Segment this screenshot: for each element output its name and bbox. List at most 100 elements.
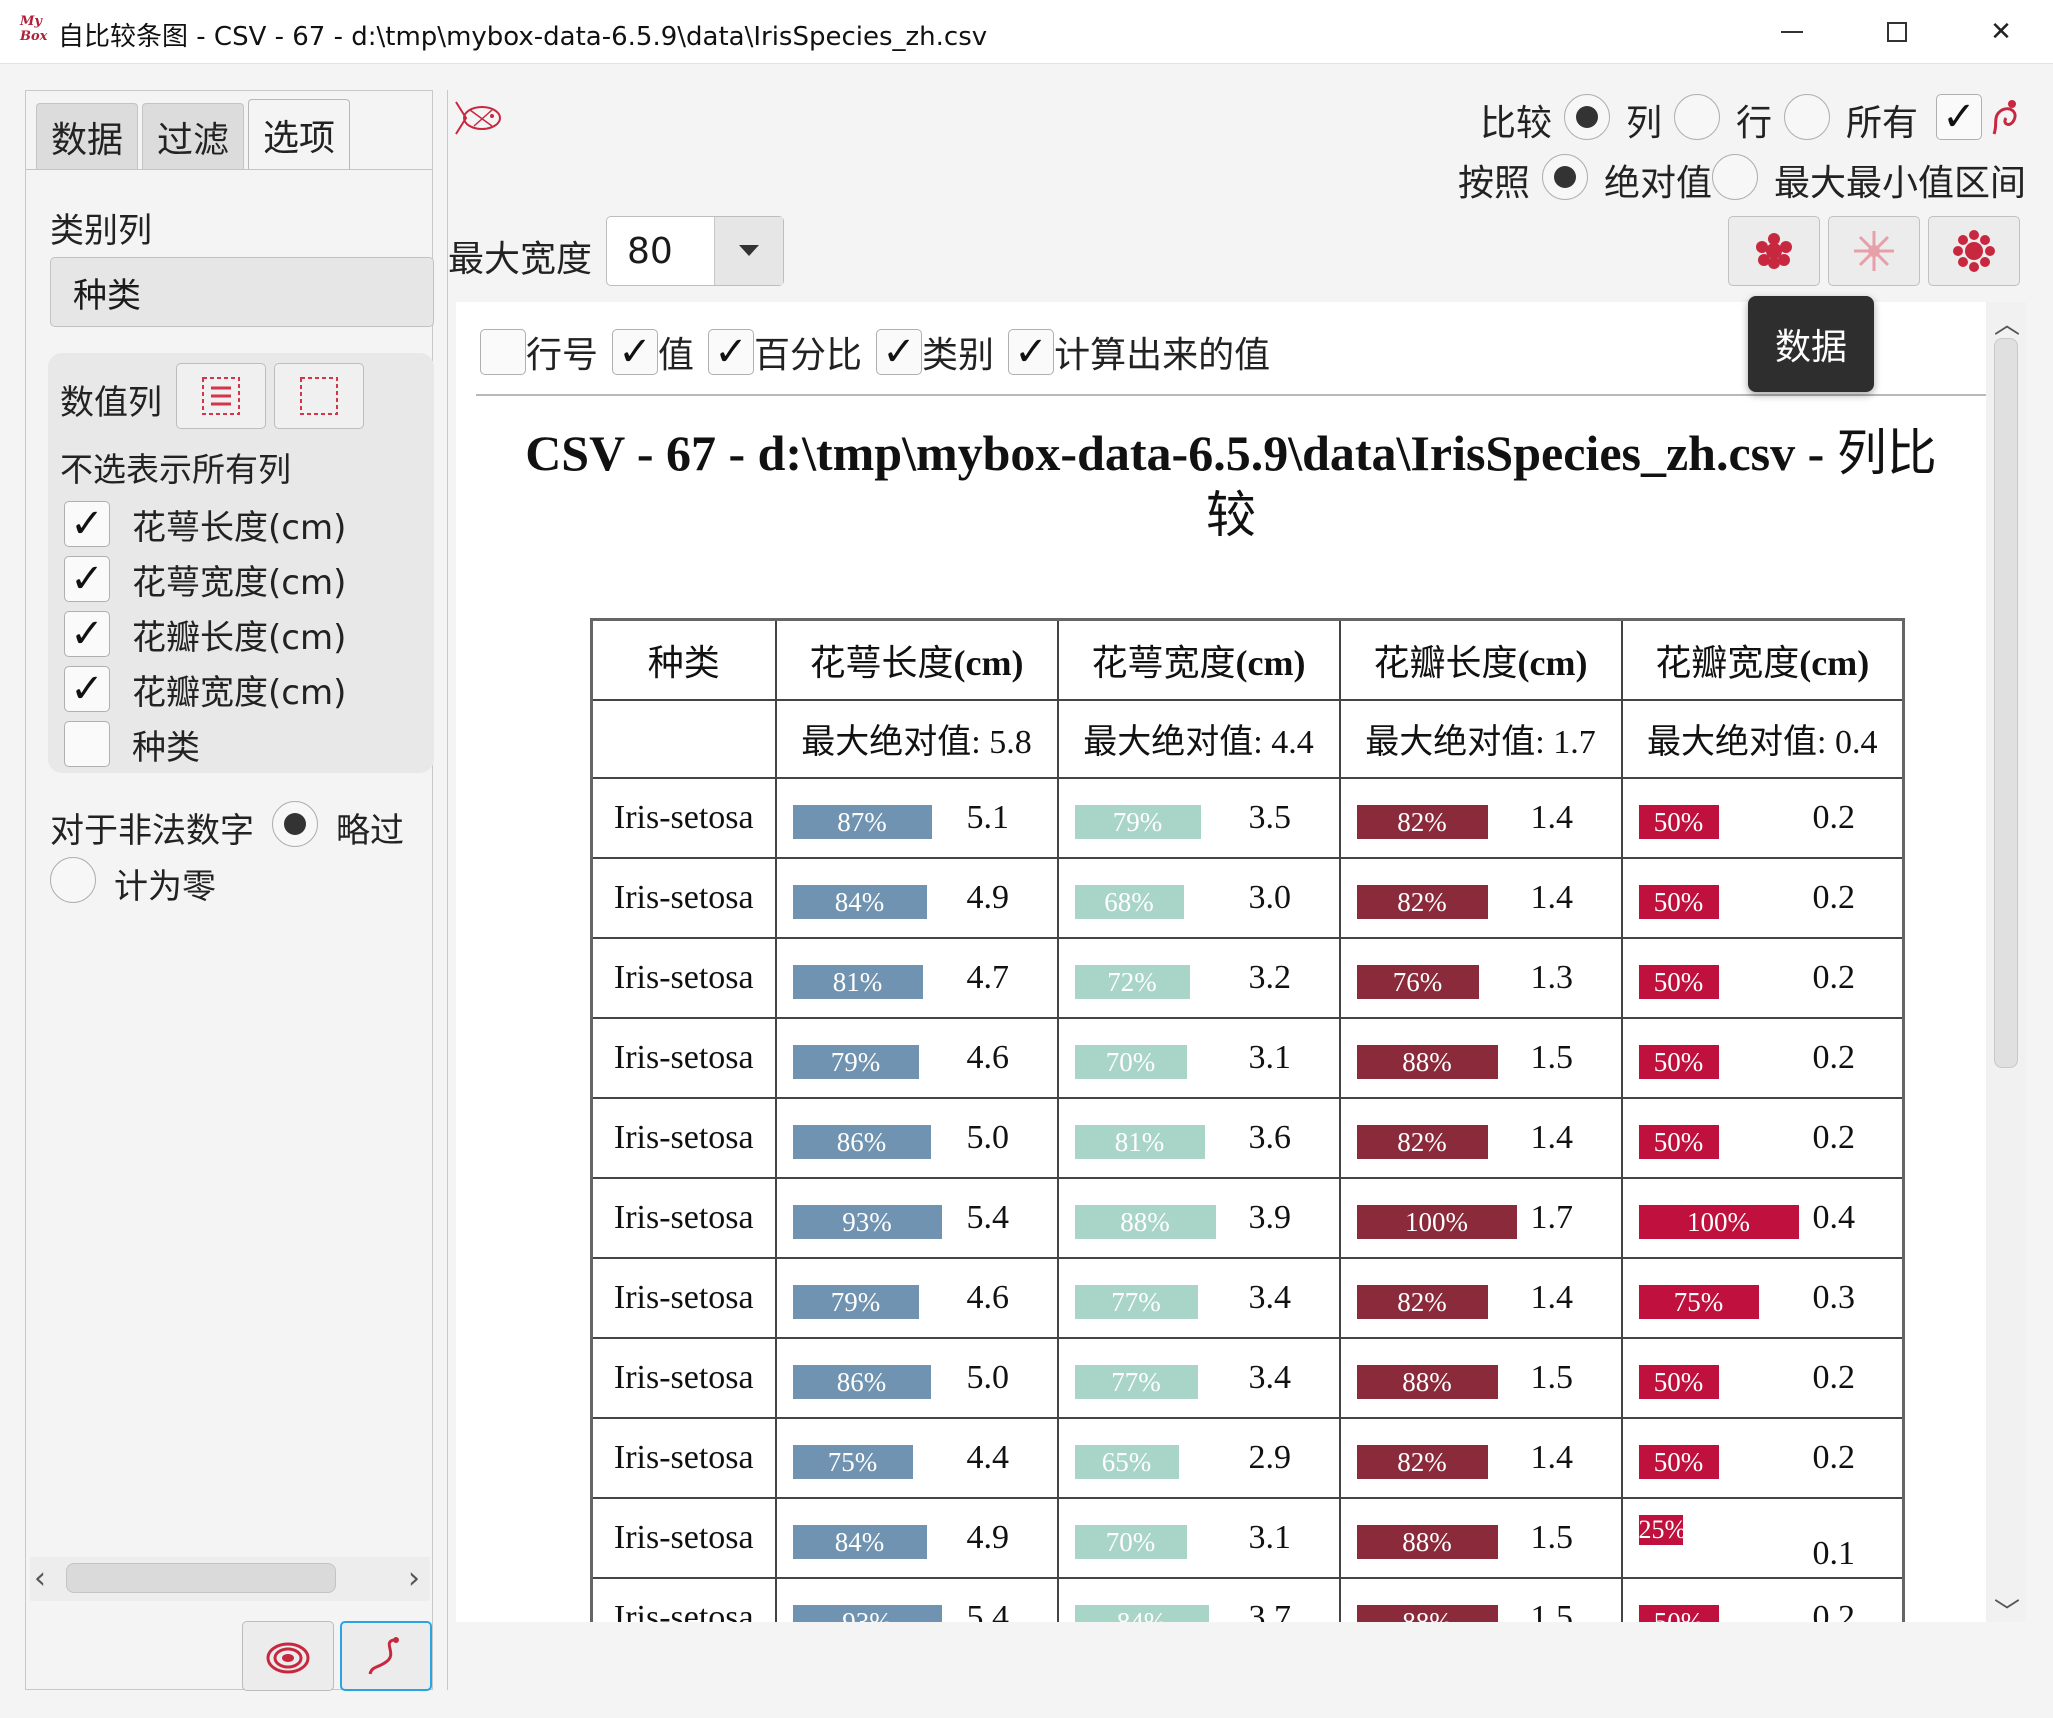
- left-horizontal-scrollbar[interactable]: ‹ ›: [30, 1557, 430, 1601]
- column-checkbox-sepal-length[interactable]: ✓ 花萼长度(cm): [64, 501, 346, 548]
- close-button[interactable]: ✕: [1949, 0, 2053, 64]
- option-label: 百分比: [754, 335, 863, 376]
- compare-all-radio[interactable]: [1784, 94, 1830, 144]
- bar-cell: 82% 1.4: [1338, 856, 1623, 939]
- value-label: 5.4: [966, 1598, 1010, 1623]
- value-label: 5.0: [966, 1118, 1010, 1156]
- percentage-bar: 70%: [1074, 1044, 1187, 1079]
- percentage-bar: 75%: [1638, 1284, 1759, 1319]
- compare-row-radio[interactable]: [1674, 94, 1720, 144]
- menu-button[interactable]: [1828, 216, 1920, 286]
- column-label: 花萼宽度(cm): [132, 562, 347, 603]
- percentage-bar: 81%: [1074, 1124, 1205, 1159]
- value-label: 1.4: [1530, 798, 1574, 836]
- select-none-button[interactable]: [274, 363, 364, 429]
- tab-data[interactable]: 数据: [36, 103, 139, 169]
- option-calculated[interactable]: ✓ 计算出来的值: [1008, 326, 1270, 378]
- max-width-select[interactable]: 80: [606, 216, 784, 286]
- column-checkbox-petal-length[interactable]: ✓ 花瓣长度(cm): [64, 611, 346, 658]
- value-label: 1.4: [1530, 1118, 1574, 1156]
- option-percentage[interactable]: ✓ 百分比: [708, 326, 862, 378]
- option-label: 行号: [526, 335, 599, 376]
- scroll-right-icon[interactable]: ›: [408, 1561, 420, 1596]
- category-column-select[interactable]: 种类: [50, 257, 434, 327]
- column-label: 花瓣宽度(cm): [132, 672, 347, 713]
- bar-cell: 84% 4.9: [774, 856, 1059, 939]
- percentage-bar: 72%: [1074, 964, 1190, 999]
- value-label: 1.5: [1530, 1518, 1574, 1556]
- category-cell: Iris-setosa: [590, 1336, 777, 1419]
- bar-cell: 81% 3.6: [1056, 1096, 1341, 1179]
- header-sepal-length: 花萼长度(cm): [774, 618, 1059, 701]
- chevron-down-icon[interactable]: [713, 217, 783, 285]
- bar-cell: 88% 1.5: [1338, 1336, 1623, 1419]
- value-label: 4.4: [966, 1438, 1010, 1476]
- scroll-left-icon[interactable]: ‹: [34, 1561, 46, 1596]
- ok-button[interactable]: [340, 1621, 432, 1691]
- data-button[interactable]: [1728, 216, 1820, 286]
- category-cell: Iris-setosa: [590, 1416, 777, 1499]
- value-label: 1.5: [1530, 1598, 1574, 1623]
- invalid-number-label: 对于非法数字: [50, 811, 254, 851]
- max-row-empty-cell: [590, 698, 777, 779]
- window-body: 数据 过滤 选项 类别列 种类 数值列 不选表示所有列 ✓ 花萼长度(cm) ✓ 花…: [0, 64, 2053, 1718]
- option-category[interactable]: ✓ 类别: [876, 326, 994, 378]
- tab-options[interactable]: 选项: [248, 99, 351, 169]
- header-unit: (cm): [1235, 642, 1306, 683]
- option-value[interactable]: ✓ 值: [612, 326, 694, 378]
- column-checkbox-sepal-width[interactable]: ✓ 花萼宽度(cm): [64, 556, 347, 603]
- category-cell: Iris-setosa: [590, 1016, 777, 1099]
- by-absolute-radio[interactable]: [1542, 154, 1588, 200]
- dragon-icon[interactable]: [1988, 96, 2024, 144]
- radio-selected-icon: [272, 801, 318, 847]
- compare-column-radio[interactable]: [1564, 94, 1610, 140]
- checkbox-checked-icon: ✓: [1936, 94, 1982, 140]
- max-prefix: 最大绝对值:: [1365, 724, 1554, 761]
- bar-cell: 77% 3.4: [1056, 1336, 1341, 1419]
- percentage-bar: 82%: [1356, 1284, 1488, 1319]
- column-label: 种类: [132, 727, 200, 768]
- radio-unselected-icon: [1712, 154, 1758, 200]
- report-vertical-scrollbar[interactable]: ︿ ﹀: [1986, 302, 2026, 1628]
- category-cell: Iris-setosa: [590, 1176, 777, 1259]
- bar-cell: 77% 3.4: [1056, 1256, 1341, 1339]
- scrollbar-thumb[interactable]: [1994, 338, 2018, 1068]
- bar-cell: 68% 3.0: [1056, 856, 1341, 939]
- minimize-button[interactable]: [1740, 0, 1844, 64]
- value-label: 3.0: [1248, 878, 1292, 916]
- minimize-icon: [1781, 31, 1803, 33]
- max-cell: 最大绝对值: 5.8: [774, 698, 1059, 779]
- report-view[interactable]: 行号 ✓ 值 ✓ 百分比 ✓ 类别 ✓ 计算出来的值 CSV - 67 - d:\tmp…: [456, 302, 1986, 1622]
- invalid-skip-radio[interactable]: [272, 801, 318, 847]
- category-cell: Iris-setosa: [590, 856, 777, 939]
- logo-text-bottom: Box: [20, 29, 48, 44]
- bar-cell: 50% 0.2: [1620, 1576, 1905, 1622]
- percentage-bar: 77%: [1074, 1364, 1198, 1399]
- option-row-number[interactable]: 行号: [480, 326, 598, 378]
- percentage-bar: 82%: [1356, 884, 1488, 919]
- tab-filter[interactable]: 过滤: [142, 103, 245, 169]
- percentage-bar: 84%: [792, 1524, 927, 1559]
- tooltip: 数据: [1748, 296, 1874, 392]
- header-unit: (cm): [1517, 642, 1588, 683]
- header-unit: (cm): [1799, 642, 1870, 683]
- percentage-bar: 100%: [1356, 1204, 1517, 1239]
- bar-cell: 88% 1.5: [1338, 1016, 1623, 1099]
- scroll-up-icon[interactable]: ︿: [1994, 304, 2020, 341]
- percentage-bar: 68%: [1074, 884, 1184, 919]
- invalid-zero-radio[interactable]: [50, 857, 96, 907]
- checkbox-checked-icon: ✓: [876, 329, 923, 375]
- refresh-button[interactable]: [242, 1621, 334, 1691]
- maximize-button[interactable]: [1845, 0, 1949, 64]
- value-label: 1.5: [1530, 1038, 1574, 1076]
- scroll-down-icon[interactable]: ﹀: [1994, 1592, 2020, 1629]
- select-all-button[interactable]: [176, 363, 266, 429]
- scrollbar-thumb[interactable]: [66, 1563, 336, 1593]
- by-range-radio[interactable]: [1712, 154, 1758, 204]
- column-checkbox-species[interactable]: 种类: [64, 721, 200, 768]
- value-label: 5.0: [966, 1358, 1010, 1396]
- category-cell: Iris-setosa: [590, 1496, 777, 1579]
- percentage-bar: 75%: [792, 1444, 913, 1479]
- popup-button[interactable]: [1928, 216, 2020, 286]
- column-checkbox-petal-width[interactable]: ✓ 花瓣宽度(cm): [64, 666, 347, 713]
